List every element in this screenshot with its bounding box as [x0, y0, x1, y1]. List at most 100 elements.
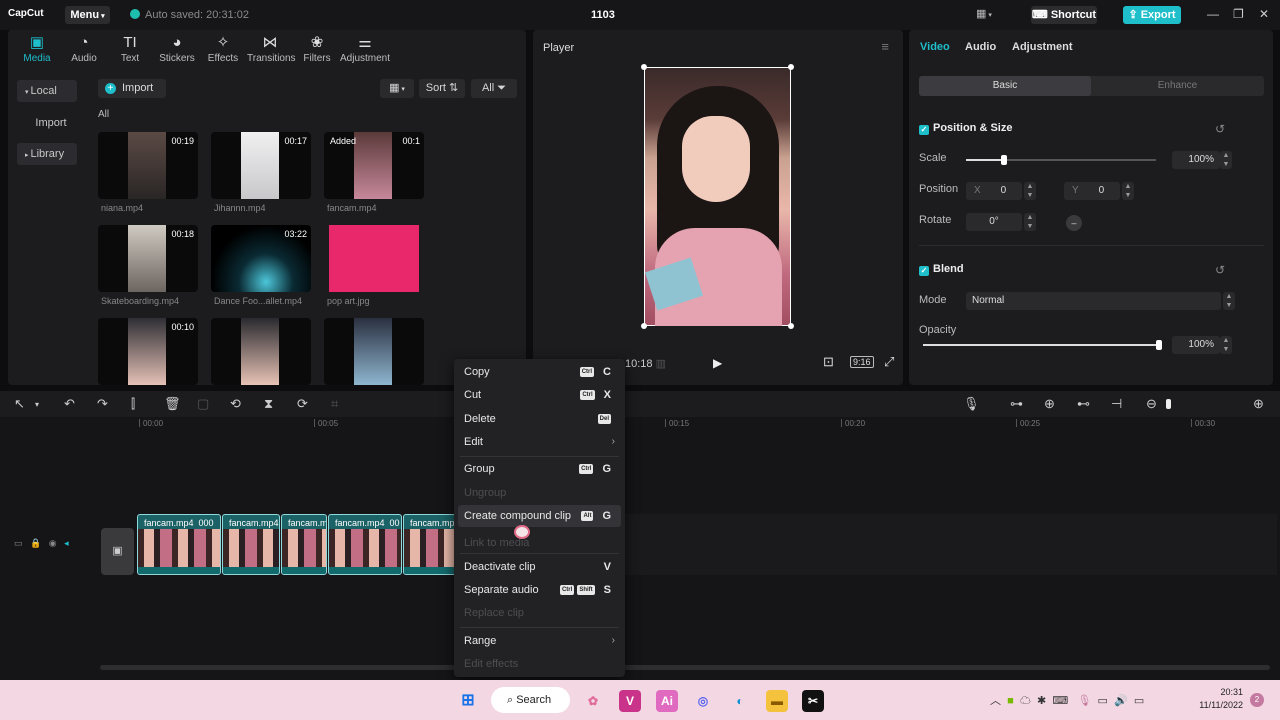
blend-section[interactable]: ✓ Blend	[919, 263, 964, 276]
menu-item-range[interactable]: Range ›	[458, 630, 621, 652]
crop-icon[interactable]: ⌗	[331, 396, 338, 412]
chat-icon[interactable]: ▭	[1098, 695, 1108, 707]
layout-button[interactable]: ▦ ▾	[976, 7, 992, 20]
system-clock[interactable]: 20:31 11/11/2022	[1193, 686, 1243, 712]
tab-transitions[interactable]: ⋈ Transitions	[247, 33, 296, 64]
file-explorer-icon[interactable]: ▬	[766, 690, 788, 712]
fit-screen-icon[interactable]: ⊡	[823, 354, 834, 370]
menu-icon[interactable]: ≡	[881, 39, 889, 54]
taskbar-search[interactable]: ⌕ Search	[491, 687, 570, 713]
import-button[interactable]: + Import	[98, 79, 166, 98]
notification-badge[interactable]: 2	[1250, 693, 1264, 707]
reset-icon[interactable]: ↺	[1215, 122, 1225, 136]
resize-handle[interactable]	[641, 323, 647, 329]
menu-item-create-compound-clip[interactable]: Create compound clip Alt G	[458, 505, 621, 527]
sort-button[interactable]: Sort ⇅	[419, 79, 465, 98]
resize-handle[interactable]	[788, 323, 794, 329]
rotate-icon[interactable]: ⟳	[297, 396, 308, 412]
reset-icon[interactable]: ↺	[1215, 263, 1225, 277]
ratio-button[interactable]: 9:16	[850, 356, 874, 368]
opacity-input[interactable]: 100%	[1172, 336, 1220, 354]
media-item[interactable]: Added 00:1	[324, 132, 424, 199]
media-item[interactable]: 00:18	[98, 225, 198, 292]
resize-handle[interactable]	[641, 64, 647, 70]
chevron-down-icon[interactable]: ▾	[35, 400, 39, 409]
cloud-icon[interactable]: ☁	[1020, 695, 1031, 707]
preview-axis-icon[interactable]: ⊣	[1111, 396, 1122, 412]
undo-icon[interactable]: ↶	[64, 396, 75, 412]
timeline-scrollbar[interactable]	[100, 665, 1270, 670]
play-button[interactable]: ▶	[713, 356, 722, 370]
media-item[interactable]	[211, 318, 311, 385]
rotate-stepper[interactable]: ▲ ▼	[1024, 213, 1036, 231]
audio-toggle-icon[interactable]: ◂	[64, 538, 69, 548]
sidebar-item-import[interactable]: Import	[17, 112, 77, 134]
timeline-clip[interactable]: fancam.mp4 000	[137, 514, 221, 575]
track-cover-icon[interactable]: ▭	[14, 538, 23, 548]
fullscreen-icon[interactable]: ⤢	[884, 354, 894, 370]
tab-text[interactable]: TI Text	[107, 33, 153, 64]
tab-audio-props[interactable]: Audio	[965, 41, 996, 53]
menu-item-separate-audio[interactable]: Separate audio Ctrl Shift S	[458, 579, 621, 601]
tab-filters[interactable]: ❀ Filters	[294, 33, 340, 64]
zoom-slider-knob[interactable]	[1166, 399, 1171, 409]
tab-adjustment-props[interactable]: Adjustment	[1012, 41, 1073, 53]
video-preview[interactable]	[641, 64, 794, 329]
sidebar-item-local[interactable]: ▾ Local	[17, 80, 77, 102]
view-mode-button[interactable]: ▦ ▾	[380, 79, 414, 98]
menu-item-link-to-media[interactable]: Link to media	[458, 532, 621, 554]
menu-item-group[interactable]: Group Ctrl G	[458, 458, 621, 480]
position-y-input[interactable]: Y0	[1064, 182, 1120, 200]
app-icon-2[interactable]: V	[619, 690, 641, 712]
position-size-section[interactable]: ✓ Position & Size	[919, 122, 1012, 135]
close-icon[interactable]: ✕	[1259, 7, 1269, 21]
slider-knob[interactable]	[1001, 155, 1007, 165]
cover-button[interactable]: ▣	[101, 528, 134, 575]
x-stepper[interactable]: ▲ ▼	[1024, 182, 1036, 200]
link-icon[interactable]: ⊶	[1010, 396, 1023, 412]
app-icon-3[interactable]: Ai	[656, 690, 678, 712]
mic-tray-icon[interactable]: 🎙	[1077, 695, 1091, 707]
timeline-clip[interactable]: fancam.mp4	[281, 514, 327, 575]
scale-input[interactable]: 100%	[1172, 151, 1220, 169]
menu-button[interactable]: Menu ▾	[65, 6, 110, 24]
media-item[interactable]: 00:10	[98, 318, 198, 385]
opacity-stepper[interactable]: ▲ ▼	[1220, 336, 1232, 354]
delete-icon[interactable]: 🗑	[164, 396, 181, 412]
menu-item-deactivate-clip[interactable]: Deactivate clip V	[458, 556, 621, 578]
scale-slider[interactable]	[966, 155, 1156, 165]
resize-handle[interactable]	[788, 64, 794, 70]
bluetooth-icon[interactable]: ✱	[1037, 695, 1046, 707]
zoom-out-icon[interactable]: ⊖	[1146, 396, 1157, 412]
linkage-icon[interactable]: ⊷	[1077, 396, 1090, 412]
edge-icon[interactable]: ◐	[729, 690, 751, 712]
position-x-input[interactable]: X0	[966, 182, 1022, 200]
rotate-dial-icon[interactable]: –	[1066, 215, 1082, 231]
lock-icon[interactable]: 🔒	[30, 538, 41, 548]
minimize-icon[interactable]: —	[1207, 7, 1219, 21]
menu-item-replace-clip[interactable]: Replace clip	[458, 602, 621, 624]
media-item[interactable]	[324, 225, 424, 292]
tab-video[interactable]: Video	[920, 41, 950, 53]
magnet-icon[interactable]: ⊕	[1044, 396, 1055, 412]
split-icon[interactable]: ⫿	[131, 396, 135, 412]
discord-icon[interactable]: ◎	[692, 690, 714, 712]
tab-effects[interactable]: ✧ Effects	[200, 33, 246, 64]
segment-enhance[interactable]: Enhance	[1091, 76, 1264, 96]
zoom-in-icon[interactable]: ⊕	[1253, 396, 1264, 412]
rotate-input[interactable]: 0°	[966, 213, 1022, 231]
menu-item-cut[interactable]: Cut Ctrl X	[458, 384, 621, 406]
mirror-icon[interactable]: ⧗	[264, 396, 273, 412]
timeline-clip[interactable]: fancam.mp4	[403, 514, 457, 575]
windows-start-icon[interactable]: ⊞	[457, 690, 479, 712]
tab-audio[interactable]: ◔ Audio	[61, 33, 107, 64]
capcut-taskbar-icon[interactable]: ✂	[802, 690, 824, 712]
microphone-icon[interactable]: 🎙	[963, 396, 980, 412]
keyboard-tray-icon[interactable]: ⌨	[1052, 695, 1068, 707]
menu-item-delete[interactable]: Delete Del	[458, 408, 621, 430]
tab-media[interactable]: ▣ Media	[14, 33, 60, 64]
y-stepper[interactable]: ▲ ▼	[1122, 182, 1134, 200]
redo-icon[interactable]: ↷	[97, 396, 108, 412]
battery-icon[interactable]: ▭	[1134, 695, 1144, 707]
media-item[interactable]: 00:17	[211, 132, 311, 199]
